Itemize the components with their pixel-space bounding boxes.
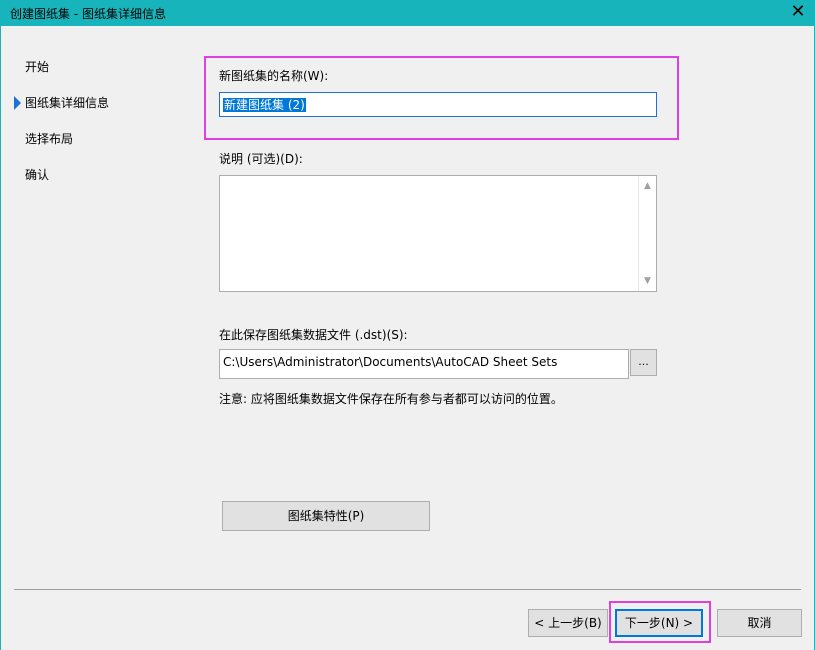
selected-name-text: 新建图纸集 (2) <box>223 98 306 112</box>
description-scrollbar[interactable]: ▲ ▼ <box>638 176 656 291</box>
description-textarea[interactable]: ▲ ▼ <box>219 175 657 292</box>
save-path-input[interactable]: C:\Users\Administrator\Documents\AutoCAD… <box>219 349 629 379</box>
close-icon[interactable]: ✕ <box>781 0 815 26</box>
note-text: 注意: 应将图纸集数据文件保存在所有参与者都可以访问的位置。 <box>219 392 563 406</box>
nav-step-choose-layouts: 选择布局 <box>14 130 174 166</box>
scroll-up-icon[interactable]: ▲ <box>639 179 656 193</box>
nav-step-label: 选择布局 <box>25 132 74 146</box>
scroll-down-icon[interactable]: ▼ <box>639 274 656 288</box>
nav-step-sheet-set-details: 图纸集详细信息 <box>14 94 174 130</box>
nav-step-label: 图纸集详细信息 <box>25 96 110 110</box>
window-border-left <box>0 26 1 650</box>
nav-step-confirm: 确认 <box>14 166 174 202</box>
wizard-steps-nav: 开始 图纸集详细信息 选择布局 确认 <box>14 58 174 202</box>
cancel-button[interactable]: 取消 <box>717 609 802 637</box>
back-button[interactable]: < 上一步(B) <box>528 609 608 637</box>
next-button[interactable]: 下一步(N) > <box>615 609 703 637</box>
footer-divider <box>14 589 801 590</box>
description-label: 说明 (可选)(D): <box>219 152 303 166</box>
triangle-right-icon <box>14 96 21 110</box>
nav-step-label: 开始 <box>25 60 50 74</box>
window-title: 创建图纸集 - 图纸集详细信息 <box>10 7 166 21</box>
name-label: 新图纸集的名称(W): <box>219 69 329 83</box>
nav-step-start: 开始 <box>14 58 174 94</box>
browse-button[interactable]: ... <box>630 349 657 376</box>
sheet-set-properties-button[interactable]: 图纸集特性(P) <box>222 501 430 531</box>
sheet-set-name-input[interactable]: 新建图纸集 (2) <box>219 92 657 117</box>
save-path-label: 在此保存图纸集数据文件 (.dst)(S): <box>219 328 408 342</box>
title-bar: 创建图纸集 - 图纸集详细信息 ✕ <box>0 0 815 26</box>
nav-step-label: 确认 <box>25 168 50 182</box>
